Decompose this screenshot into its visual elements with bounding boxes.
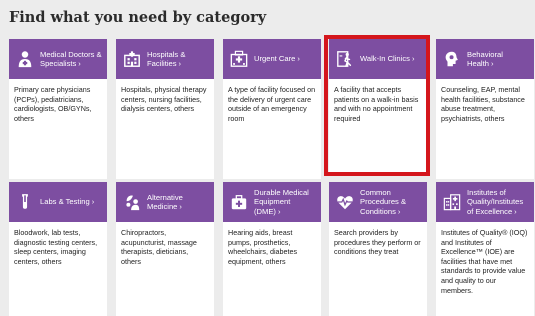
chevron-right-icon: › (91, 197, 95, 207)
category-link-behavioral-health[interactable]: Behavioral Health › (436, 39, 534, 79)
category-link-common-procedures[interactable]: Common Procedures & Conditions › (329, 182, 427, 222)
medical-bag-icon (228, 191, 250, 213)
chevron-right-icon: › (297, 54, 300, 64)
category-card-institutes-of-quality: Institutes of Quality/Institutes of Exce… (436, 182, 534, 316)
category-description: A facility that accepts patients on a wa… (334, 85, 419, 123)
category-card-alternative-medicine: Alternative Medicine › Chiropractors, acu… (116, 182, 214, 316)
urgent-care-icon (228, 48, 250, 70)
category-label: Alternative Medicine (147, 192, 183, 211)
category-description: Institutes of Quality® (IOQ) and Institu… (441, 228, 528, 295)
heartbeat-icon (334, 191, 356, 213)
category-label: Behavioral Health (467, 49, 503, 68)
category-description: Bloodwork, lab tests, diagnostic testing… (14, 228, 98, 266)
category-description: Primary care physicians (PCPs), pediatri… (14, 85, 92, 123)
behavioral-health-icon (441, 48, 463, 70)
category-description: Hospitals, physical therapy centers, nur… (121, 85, 207, 114)
chevron-right-icon: › (179, 202, 182, 211)
chevron-right-icon: › (514, 206, 517, 216)
hospital-icon (121, 48, 143, 70)
category-label: Labs & Testing (40, 197, 90, 207)
category-label: Durable Medical Equipment (DME) (254, 188, 309, 216)
category-description: Chiropractors, acupuncturist, massage th… (121, 228, 197, 266)
chevron-right-icon: › (490, 59, 494, 68)
category-label: Medical Doctors & Specialists (40, 49, 102, 68)
alternative-medicine-icon (121, 191, 143, 213)
category-link-medical-doctors[interactable]: Medical Doctors & Specialists › (9, 39, 107, 79)
category-card-hospitals: Hospitals & Facilities › Hospitals, physi… (116, 39, 214, 179)
page-title: Find what you need by category (9, 9, 267, 26)
chevron-right-icon: › (277, 206, 281, 216)
category-card-common-procedures: Common Procedures & Conditions › Search p… (329, 182, 427, 316)
category-label: Walk-In Clinics (360, 54, 410, 64)
category-link-institutes-of-quality[interactable]: Institutes of Quality/Institutes of Exce… (436, 182, 534, 222)
walk-in-clinic-icon (334, 48, 356, 70)
category-description: Hearing aids, breast pumps, prosthetics,… (228, 228, 298, 266)
test-tube-icon (14, 191, 36, 213)
chevron-right-icon: › (178, 59, 182, 68)
category-link-walk-in-clinics[interactable]: Walk-In Clinics › (329, 39, 427, 79)
category-card-behavioral-health: Behavioral Health › Counseling, EAP, ment… (436, 39, 534, 179)
category-link-durable-medical-equipment[interactable]: Durable Medical Equipment (DME) › (223, 182, 321, 222)
category-label: Urgent Care (254, 54, 296, 64)
category-link-hospitals[interactable]: Hospitals & Facilities › (116, 39, 214, 79)
category-link-urgent-care[interactable]: Urgent Care › (223, 39, 321, 79)
chevron-right-icon: › (411, 54, 415, 64)
category-description: Search providers by procedures they perf… (334, 228, 421, 257)
category-description: A type of facility focused on the delive… (228, 85, 316, 123)
doctor-icon (14, 48, 36, 70)
institute-building-icon (441, 191, 463, 213)
chevron-right-icon: › (397, 206, 401, 216)
category-card-medical-doctors: Medical Doctors & Specialists › Primary c… (9, 39, 107, 179)
category-link-alternative-medicine[interactable]: Alternative Medicine › (116, 182, 214, 222)
category-card-durable-medical-equipment: Durable Medical Equipment (DME) › Hearing… (223, 182, 321, 316)
category-card-urgent-care: Urgent Care › A type of facility focused … (223, 39, 321, 179)
category-card-labs-testing: Labs & Testing › Bloodwork, lab tests, di… (9, 182, 107, 316)
category-card-walk-in-clinics: Walk-In Clinics › A facility that accepts… (329, 39, 427, 172)
category-description: Counseling, EAP, mental health facilitie… (441, 85, 525, 123)
chevron-right-icon: › (78, 59, 81, 68)
category-link-labs-testing[interactable]: Labs & Testing › (9, 182, 107, 222)
